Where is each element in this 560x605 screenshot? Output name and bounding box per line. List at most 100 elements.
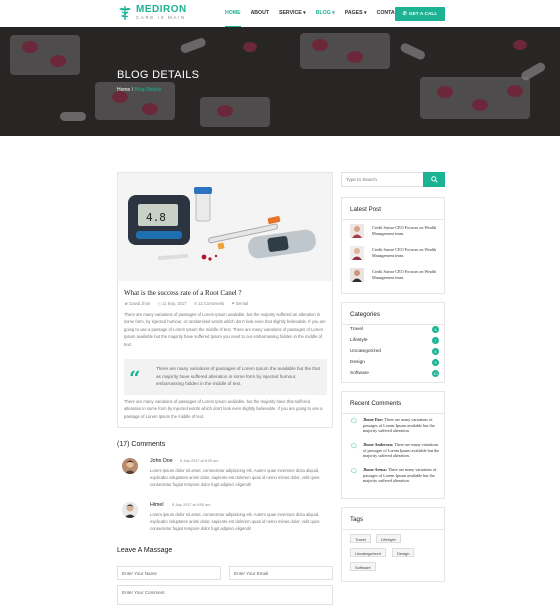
post-author[interactable]: ☻David Jhon: [124, 301, 150, 306]
comment-item: Himel 8 July 2017 at 9:50 am Lorem ipsum…: [122, 502, 332, 542]
menu-item-service[interactable]: SERVICE ▾: [279, 10, 306, 16]
comment-author: John Doe: [150, 458, 173, 464]
comment-icon: 🗨: [350, 444, 358, 450]
main-menu: HOME ABOUT SERVICE ▾ BLOG ▾ PAGES ▾ CONT…: [225, 10, 412, 28]
breadcrumb: Home / Blog Details: [117, 87, 161, 93]
page-title: BLOG DETAILS: [117, 69, 200, 81]
avatar: [122, 458, 138, 474]
logo[interactable]: MEDIRON CARE IS MAIN: [117, 5, 187, 21]
page-banner: BLOG DETAILS Home / Blog Details: [0, 27, 560, 136]
latest-post-widget: Latest Post Credit Suisse CEO Focuses on…: [341, 197, 445, 294]
leave-message-heading: Leave A Massage: [117, 547, 173, 554]
category-count: 8: [432, 348, 439, 355]
breadcrumb-home[interactable]: Home: [117, 87, 130, 93]
tag-design[interactable]: Design: [392, 548, 415, 557]
recent-comments-widget: Recent Comments 🗨 Jhone Doe: There are m…: [341, 391, 445, 499]
blockquote-text: There are many variations of passages of…: [156, 366, 320, 386]
category-item-lifestyle[interactable]: Lifestyle 7: [350, 337, 439, 346]
latest-post-title: Credit Suisse CEO Focuses on Wealth Mana…: [372, 247, 437, 258]
divider: [342, 529, 444, 530]
tag-software[interactable]: Software: [350, 562, 376, 571]
category-label: Uncategorized: [350, 349, 381, 354]
category-item-software[interactable]: Software 10: [350, 370, 439, 379]
post-paragraph-2: There are many variations of passages of…: [124, 399, 323, 419]
comment-date: 8 July 2017 at 9:50 am: [172, 503, 211, 507]
post-meta: ☻David Jhon ◷11 Sep, 2017 ✉12 Comments ⚑…: [124, 301, 248, 306]
post-category-label: Dental: [236, 301, 249, 306]
comment-item: John Doe 8 July 2017 at 9:50 am Lorem ip…: [122, 458, 332, 498]
category-count: 10: [432, 370, 439, 377]
menu-item-blog[interactable]: BLOG ▾: [316, 10, 335, 16]
recent-comment-author: Jhone Arena:: [363, 467, 388, 472]
category-item-uncategorized[interactable]: Uncategorized 8: [350, 348, 439, 357]
svg-text:4.8: 4.8: [146, 211, 166, 224]
post-date: ◷11 Sep, 2017: [157, 301, 186, 306]
tag-icon: ⚑: [231, 301, 235, 306]
widget-title: Recent Comments: [350, 400, 402, 407]
post-title: What is the success rate of a Root Canel…: [124, 289, 242, 297]
get-a-call-button[interactable]: ✆ GET A CALL: [395, 7, 445, 21]
caduceus-icon: [117, 5, 133, 21]
menu-item-about[interactable]: ABOUT: [251, 10, 269, 16]
tags-widget: Tags Travel Lifestyle Uncategorized Desi…: [341, 507, 445, 582]
search-input[interactable]: Type to Search: [346, 177, 377, 182]
latest-post-title: Credit Suisse CEO Focuses on Wealth Mana…: [372, 225, 437, 236]
category-label: Lifestyle: [350, 338, 368, 343]
search-button[interactable]: [423, 172, 445, 187]
recent-comment-author: Jhone Doe:: [363, 417, 384, 422]
banner-overlay: [0, 27, 560, 136]
get-a-call-label: GET A CALL: [408, 11, 438, 17]
divider: [342, 413, 444, 414]
post-thumbnail: [350, 246, 364, 260]
search-icon: [430, 176, 438, 183]
blog-post-card: 4.8 What is the success rate of a Root C…: [117, 172, 333, 428]
post-blockquote: “ There are many variations of passages …: [124, 359, 327, 395]
post-date-label: 11 Sep, 2017: [162, 301, 187, 306]
menu-item-home[interactable]: HOME: [225, 10, 241, 28]
comment-icon: ✉: [193, 301, 198, 306]
category-item-travel[interactable]: Travel 6: [350, 326, 439, 335]
brand-name: MEDIRON: [136, 4, 187, 16]
user-icon: ☻: [124, 301, 129, 306]
breadcrumb-separator: /: [131, 87, 134, 93]
latest-post-item[interactable]: Credit Suisse CEO Focuses on Wealth Mana…: [350, 268, 442, 282]
widget-title: Latest Post: [350, 206, 381, 213]
clock-icon: ◷: [157, 301, 162, 306]
phone-icon: ✆: [402, 11, 407, 17]
comment-field[interactable]: Enter Your Comment: [117, 585, 333, 605]
widget-title: Categories: [350, 311, 380, 318]
latest-post-item[interactable]: Credit Suisse CEO Focuses on Wealth Mana…: [350, 246, 442, 260]
comment-icon: 🗨: [350, 419, 358, 425]
brand-tagline: CARE IS MAIN: [136, 15, 186, 21]
category-label: Travel: [350, 327, 364, 332]
widget-title: Tags: [350, 516, 364, 523]
post-featured-image: 4.8: [118, 173, 332, 281]
menu-item-pages[interactable]: PAGES ▾: [345, 10, 367, 16]
tag-travel[interactable]: Travel: [350, 534, 371, 543]
category-item-design[interactable]: Design 9: [350, 359, 439, 368]
quote-icon: “: [129, 366, 141, 390]
post-thumbnail: [350, 268, 364, 282]
category-count: 9: [432, 359, 439, 366]
post-thumbnail: [350, 224, 364, 238]
email-field[interactable]: Enter Your Email: [229, 566, 333, 580]
post-author-label: David Jhon: [129, 301, 151, 306]
top-navigation: MEDIRON CARE IS MAIN HOME ABOUT SERVICE …: [0, 0, 560, 28]
category-count: 6: [432, 326, 439, 333]
post-category[interactable]: ⚑Dental: [231, 301, 248, 306]
latest-post-item[interactable]: Credit Suisse CEO Focuses on Wealth Mana…: [350, 224, 442, 238]
comment-text: Lorem ipsum dolor sit amet, consectetur …: [150, 512, 320, 532]
comment-date: 8 July 2017 at 9:50 am: [180, 459, 219, 463]
breadcrumb-current: Blog Details: [134, 87, 162, 93]
post-comments-count[interactable]: ✉12 Comments: [194, 301, 225, 306]
comment-icon: 🗨: [350, 469, 358, 475]
latest-post-title: Credit Suisse CEO Focuses on Wealth Mana…: [372, 269, 437, 280]
post-comments-label: 12 Comments: [198, 301, 225, 306]
comment-text: Lorem ipsum dolor sit amet, consectetur …: [150, 468, 320, 488]
tag-uncategorized[interactable]: Uncategorized: [350, 548, 386, 557]
divider: [342, 324, 444, 325]
category-count: 7: [432, 337, 439, 344]
tag-lifestyle[interactable]: Lifestyle: [376, 534, 401, 543]
avatar: [122, 502, 138, 518]
name-field[interactable]: Enter Your Name: [117, 566, 221, 580]
